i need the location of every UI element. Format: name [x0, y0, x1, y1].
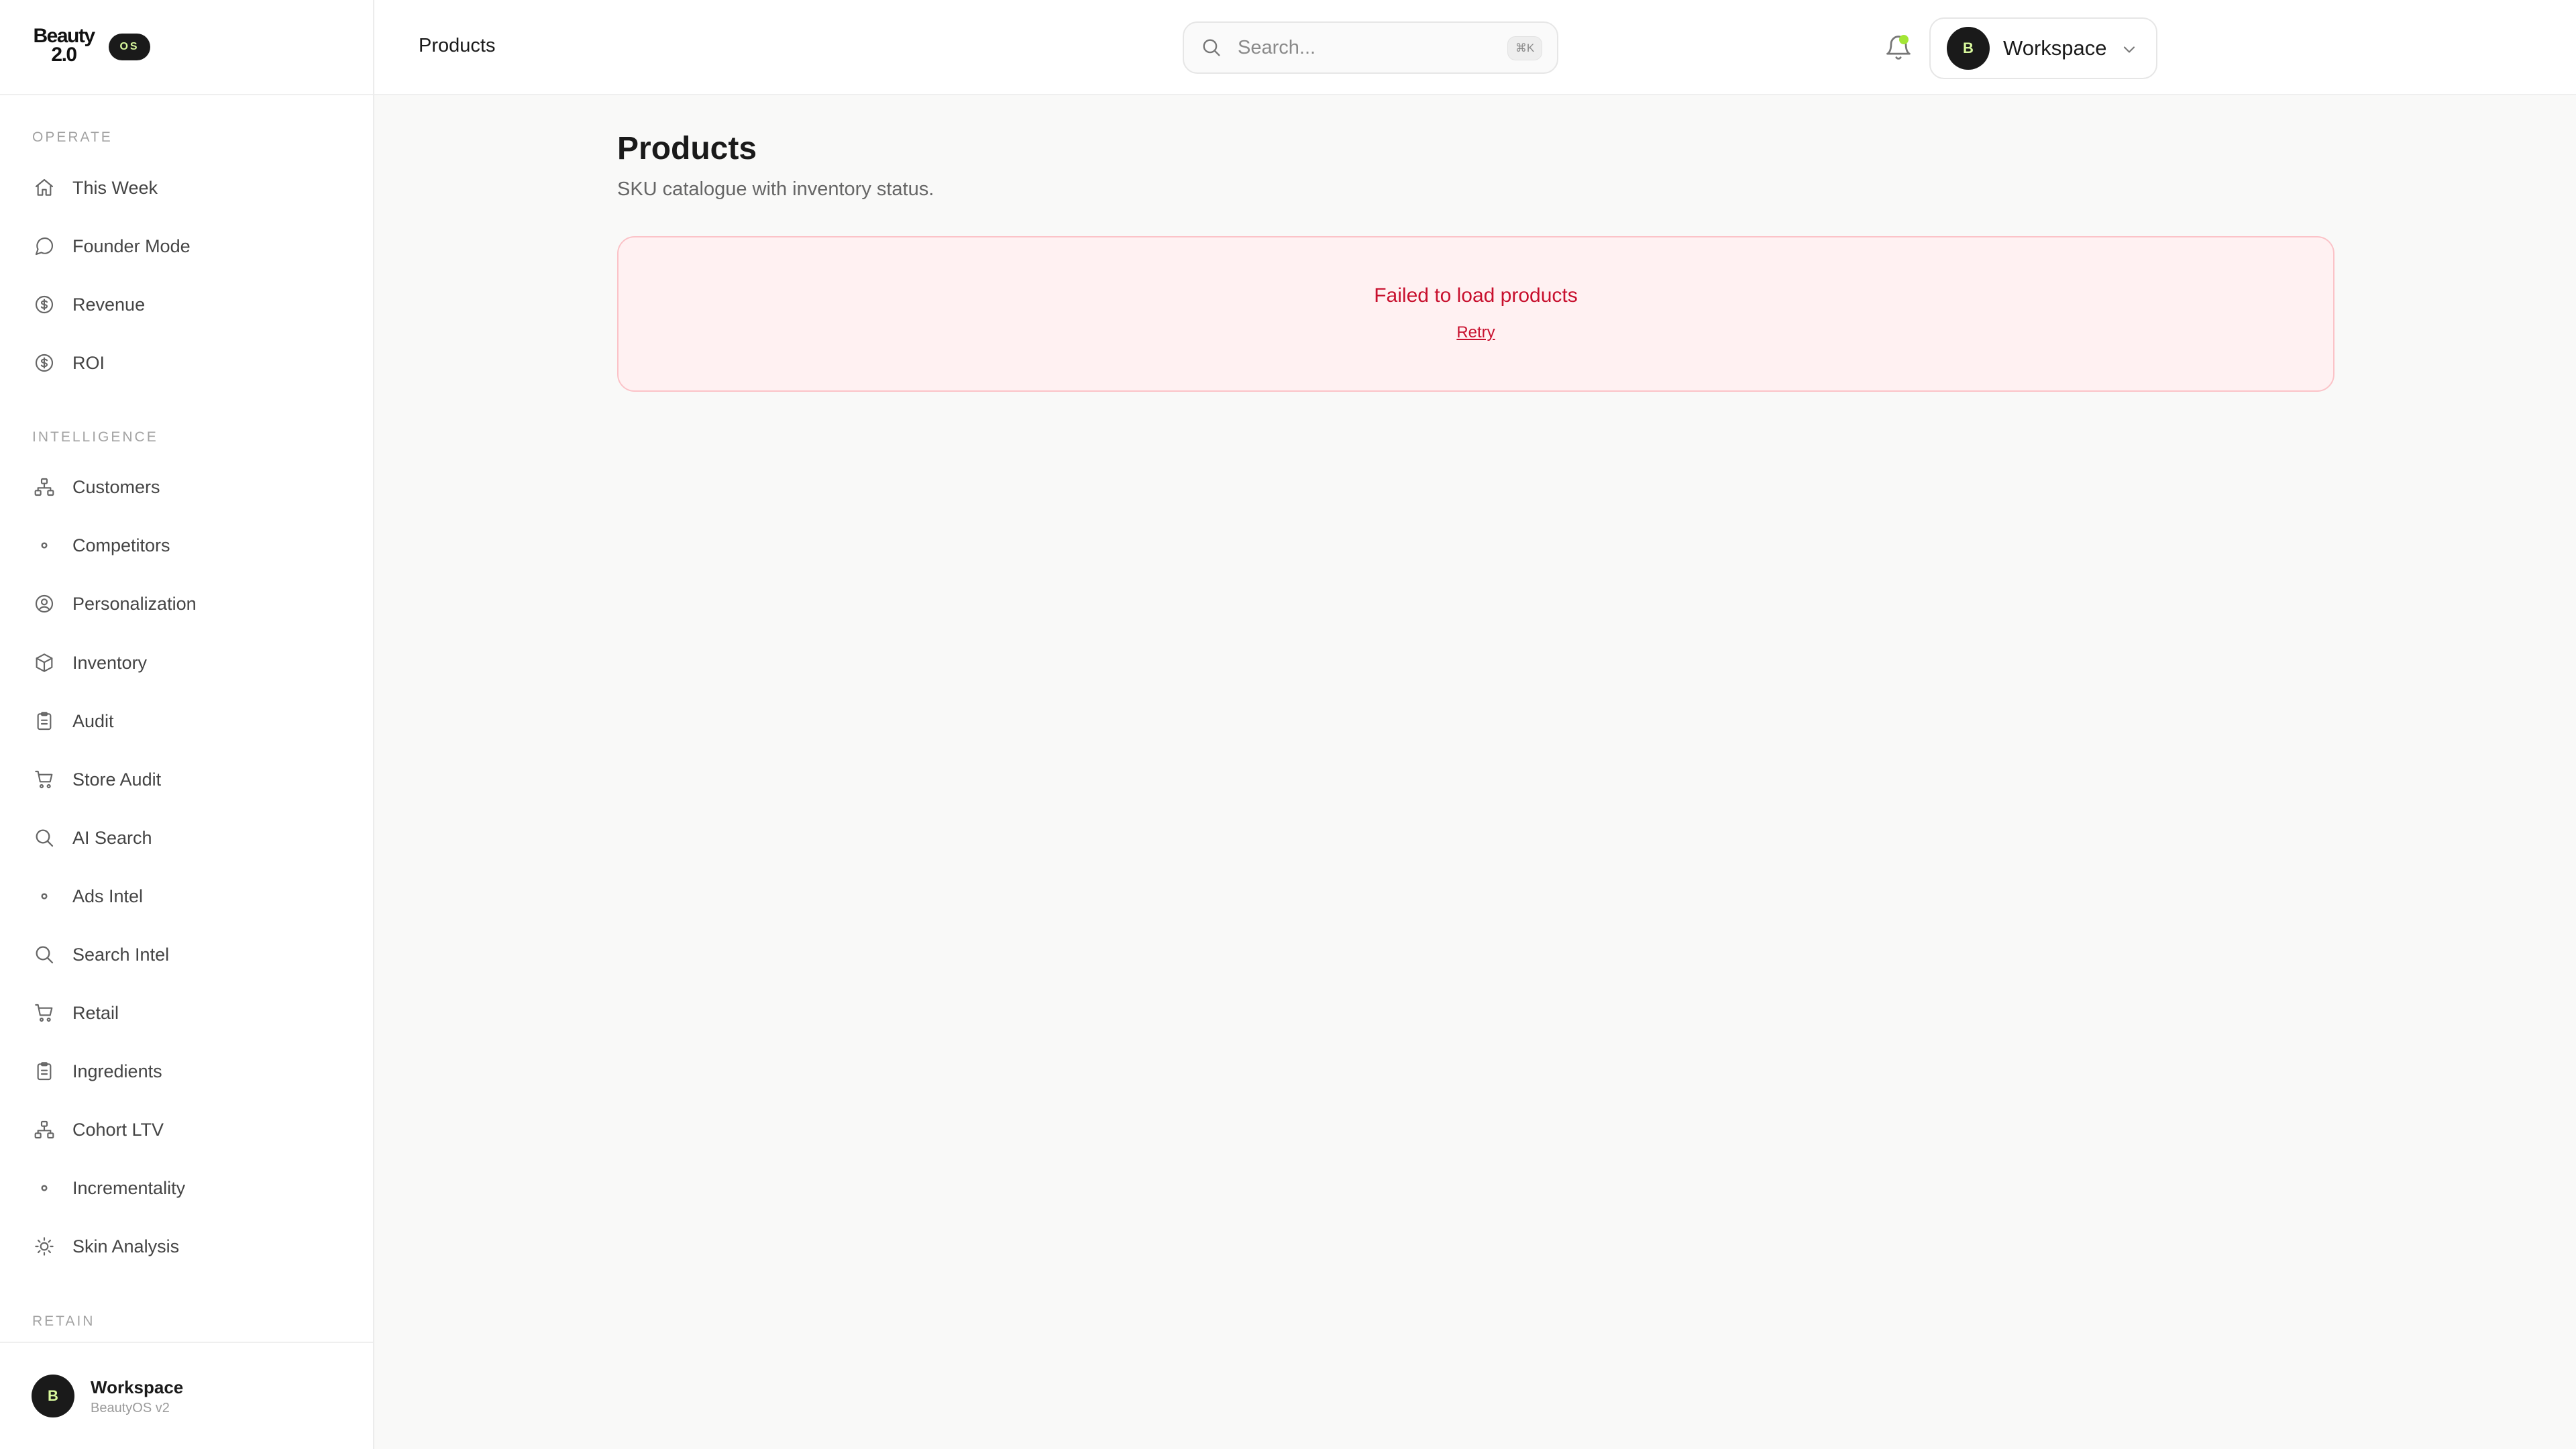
sidebar-item-label: Founder Mode: [72, 235, 191, 256]
sun-icon: [24, 1221, 64, 1272]
clipboard-icon: [24, 696, 64, 747]
dollar-circle-icon: [24, 279, 64, 330]
sidebar-item-customers[interactable]: Customers: [24, 462, 346, 513]
breadcrumb: Products: [419, 35, 496, 56]
sidebar-item-label: Skin Analysis: [72, 1236, 180, 1256]
box-icon: [24, 637, 64, 688]
sidebar-item-label: ROI: [72, 352, 105, 373]
search-box[interactable]: ⌘K: [1183, 21, 1558, 74]
sidebar-item-label: Ingredients: [72, 1061, 162, 1081]
sidebar-item-label: Incrementality: [72, 1177, 186, 1198]
search-icon: [24, 812, 64, 863]
sidebar: Beauty 2.0 OS OPERATE This Week Founder …: [0, 0, 374, 1449]
brand-logo[interactable]: Beauty 2.0: [32, 25, 96, 66]
sidebar-item-revenue[interactable]: Revenue: [24, 279, 346, 330]
sidebar-item-label: Cohort LTV: [72, 1119, 164, 1140]
avatar: B: [1947, 27, 1990, 70]
sidebar-item-label: Customers: [72, 476, 160, 497]
cart-icon: [24, 987, 64, 1038]
sidebar-item-search-intel[interactable]: Search Intel: [24, 929, 346, 980]
os-badge: OS: [109, 34, 150, 60]
clipboard-icon: [24, 1046, 64, 1097]
message-circle-icon: [24, 221, 64, 272]
sidebar-item-label: Competitors: [72, 535, 170, 555]
section-label-operate: OPERATE: [32, 129, 113, 145]
sidebar-item-founder-mode[interactable]: Founder Mode: [24, 221, 346, 272]
brand-logo-line1: Beauty: [33, 25, 95, 47]
sidebar-item-inventory[interactable]: Inventory: [24, 637, 346, 688]
sidebar-item-ingredients[interactable]: Ingredients: [24, 1046, 346, 1097]
error-card: Failed to load products Retry: [617, 236, 2334, 392]
error-message: Failed to load products: [1374, 284, 1578, 307]
sidebar-item-label: Inventory: [72, 652, 148, 673]
dot-icon: [24, 520, 64, 571]
notification-dot: [1899, 35, 1909, 44]
sidebar-footer[interactable]: B Workspace BeautyOS v2: [0, 1342, 373, 1449]
sidebar-item-label: Revenue: [72, 294, 146, 315]
retry-button[interactable]: Retry: [1456, 323, 1495, 341]
sidebar-item-skin-analysis[interactable]: Skin Analysis: [24, 1221, 346, 1272]
sidebar-item-retail[interactable]: Retail: [24, 987, 346, 1038]
sidebar-item-competitors[interactable]: Competitors: [24, 520, 346, 571]
sidebar-item-roi[interactable]: ROI: [24, 337, 346, 388]
user-circle-icon: [24, 578, 64, 629]
footer-workspace-name: Workspace: [91, 1377, 184, 1397]
dot-icon: [24, 871, 64, 922]
home-icon: [24, 162, 64, 213]
network-icon: [24, 462, 64, 513]
bell-icon[interactable]: [1884, 32, 1913, 63]
sidebar-item-cohort-ltv[interactable]: Cohort LTV: [24, 1104, 346, 1155]
dot-icon: [24, 1163, 64, 1214]
network-icon: [24, 1104, 64, 1155]
footer-version: BeautyOS v2: [91, 1401, 170, 1415]
topbar: Products ⌘K B Workspace: [374, 0, 2576, 95]
sidebar-item-ads-intel[interactable]: Ads Intel: [24, 871, 346, 922]
shortcut-badge: ⌘K: [1507, 36, 1542, 60]
search-icon: [1203, 39, 1220, 56]
brand-logo-line2: 2.0: [51, 44, 77, 66]
sidebar-item-label: Audit: [72, 710, 114, 731]
avatar: B: [32, 1375, 74, 1417]
page-subtitle: SKU catalogue with inventory status.: [617, 178, 934, 200]
sidebar-item-store-audit[interactable]: Store Audit: [24, 754, 346, 805]
sidebar-item-audit[interactable]: Audit: [24, 696, 346, 747]
sidebar-item-ai-search[interactable]: AI Search: [24, 812, 346, 863]
sidebar-item-label: Store Audit: [72, 769, 162, 790]
sidebar-item-label: Retail: [72, 1002, 119, 1023]
section-label-retain: RETAIN: [32, 1313, 95, 1329]
sidebar-item-label: Search Intel: [72, 944, 170, 965]
brand: Beauty 2.0 OS: [0, 0, 373, 95]
sidebar-item-this-week[interactable]: This Week: [24, 162, 346, 213]
workspace-label: Workspace: [2003, 36, 2107, 60]
chevron-down-icon: [2123, 46, 2135, 53]
sidebar-item-label: Ads Intel: [72, 885, 144, 906]
sidebar-item-label: Personalization: [72, 593, 197, 614]
cart-icon: [24, 754, 64, 805]
sidebar-item-label: AI Search: [72, 827, 152, 848]
workspace-switcher[interactable]: B Workspace: [1929, 17, 2157, 79]
sidebar-item-personalization[interactable]: Personalization: [24, 578, 346, 629]
section-label-intelligence: INTELLIGENCE: [32, 429, 158, 445]
sidebar-item-label: This Week: [72, 177, 158, 198]
search-icon: [24, 929, 64, 980]
search-input[interactable]: [1238, 36, 1493, 59]
page-title: Products: [617, 131, 757, 166]
dollar-circle-icon: [24, 337, 64, 388]
sidebar-item-incrementality[interactable]: Incrementality: [24, 1163, 346, 1214]
